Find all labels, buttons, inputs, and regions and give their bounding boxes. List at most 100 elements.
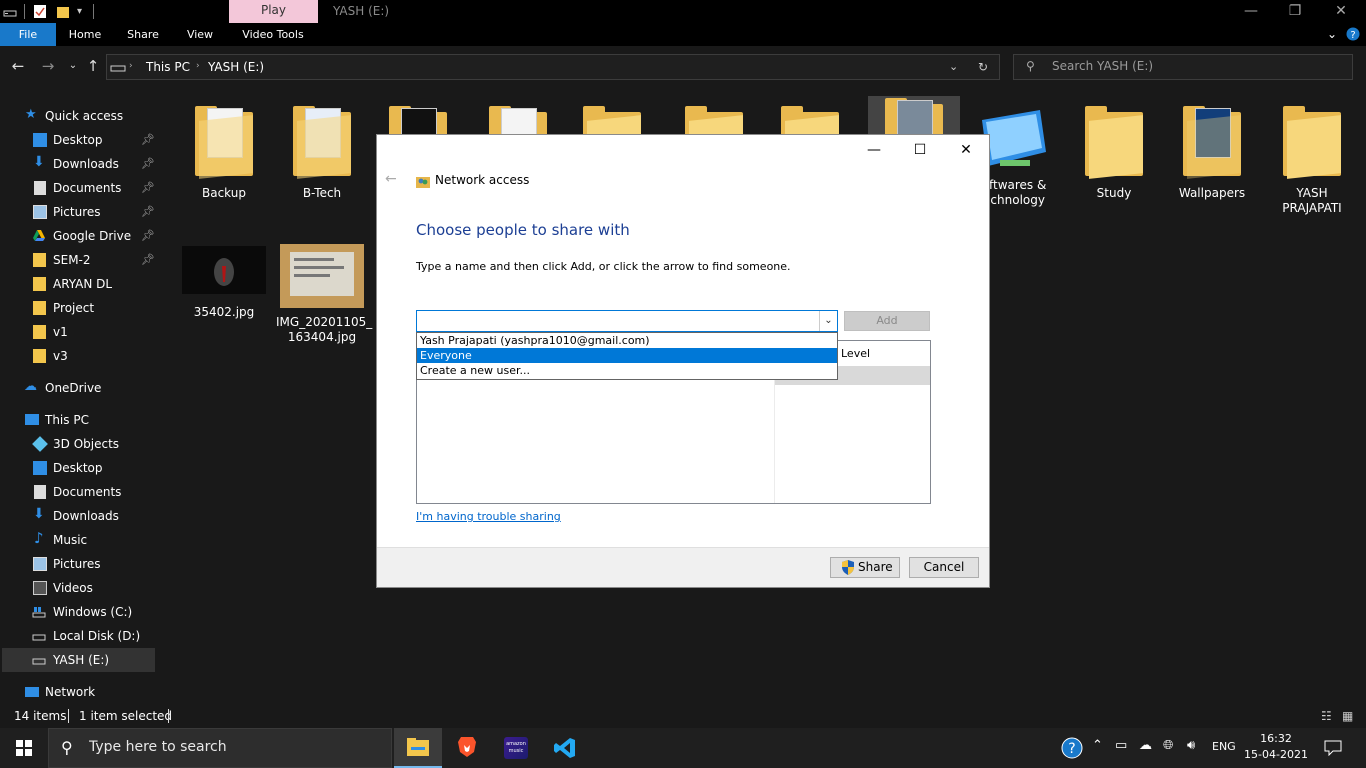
refresh-icon[interactable]: ↻: [978, 60, 988, 74]
clock[interactable]: 16:32 15-04-2021: [1240, 731, 1312, 763]
address-dropdown-icon[interactable]: ⌄: [949, 60, 958, 73]
windows-start-icon[interactable]: [16, 740, 32, 756]
folder-item[interactable]: YASH PRAJAPATI: [1266, 104, 1358, 216]
dropdown-option-everyone[interactable]: Everyone: [417, 348, 837, 363]
breadcrumb-yash-e[interactable]: YASH (E:): [208, 60, 264, 74]
pin-icon[interactable]: 📌︎: [141, 229, 155, 242]
cancel-button[interactable]: Cancel: [909, 557, 979, 578]
dialog-maximize-button[interactable]: ☐: [897, 139, 943, 161]
help-icon[interactable]: ?: [1061, 737, 1083, 763]
breadcrumb-this-pc[interactable]: This PC: [146, 60, 190, 74]
pin-icon[interactable]: 📌︎: [141, 253, 155, 266]
dialog-minimize-button[interactable]: —: [851, 139, 897, 161]
name-combobox[interactable]: ⌄: [416, 310, 838, 332]
sidebar-item-google-drive[interactable]: Google Drive 📌︎: [0, 224, 156, 248]
vscode-taskbar-button[interactable]: [541, 728, 589, 768]
file-item[interactable]: 35402.jpg: [178, 246, 270, 320]
permission-level-header[interactable]: Level: [841, 347, 870, 360]
sidebar-item-windows-c[interactable]: Windows (C:): [0, 600, 156, 624]
volume-icon[interactable]: 🔊︎: [1187, 738, 1195, 753]
network-globe-icon[interactable]: 🌐︎: [1163, 738, 1173, 753]
onedrive-cloud-icon[interactable]: ☁: [1139, 738, 1152, 753]
network-icon: [25, 687, 39, 697]
sidebar-item-documents[interactable]: Documents 📌︎: [0, 176, 156, 200]
properties-icon[interactable]: [33, 4, 47, 19]
sidebar-item-v1[interactable]: v1: [0, 320, 156, 344]
sidebar-item-pc-desktop[interactable]: Desktop: [0, 456, 156, 480]
folder-item[interactable]: Backup: [178, 104, 270, 201]
sidebar-item-local-disk-d[interactable]: Local Disk (D:): [0, 624, 156, 648]
recent-locations-icon[interactable]: ⌄: [63, 56, 83, 76]
sidebar-this-pc[interactable]: This PC: [0, 408, 156, 432]
minimize-button[interactable]: —: [1228, 0, 1274, 23]
back-arrow-icon[interactable]: ←: [385, 171, 397, 187]
sidebar-item-label: OneDrive: [45, 381, 102, 395]
tab-share[interactable]: Share: [120, 23, 166, 46]
sidebar-item-pc-pictures[interactable]: Pictures: [0, 552, 156, 576]
sidebar-item-project[interactable]: Project: [0, 296, 156, 320]
address-bar[interactable]: › This PC › YASH (E:) ⌄ ↻: [106, 54, 1000, 80]
language-indicator[interactable]: ENG: [1212, 740, 1236, 753]
taskbar-search[interactable]: ⚲: [48, 728, 392, 768]
sidebar-item-desktop[interactable]: Desktop 📌︎: [0, 128, 156, 152]
help-icon[interactable]: ?: [1344, 23, 1362, 46]
folder-item[interactable]: Wallpapers: [1166, 104, 1258, 201]
sidebar-network[interactable]: Network: [0, 680, 156, 704]
sidebar-item-pictures[interactable]: Pictures 📌︎: [0, 200, 156, 224]
pin-icon[interactable]: 📌︎: [141, 205, 155, 218]
tab-view[interactable]: View: [178, 23, 222, 46]
up-arrow-icon[interactable]: ↑: [83, 56, 103, 76]
trouble-sharing-link[interactable]: I'm having trouble sharing: [416, 510, 561, 523]
dropdown-option-yash-prajapati[interactable]: Yash Prajapati (yashpra1010@gmail.com): [417, 333, 837, 348]
sidebar-item-3d-objects[interactable]: 3D Objects: [0, 432, 156, 456]
show-hidden-icons-icon[interactable]: ⌃: [1092, 738, 1103, 753]
search-box[interactable]: ⚲: [1013, 54, 1353, 80]
close-button[interactable]: ✕: [1318, 0, 1364, 23]
chevron-down-icon[interactable]: ⌄: [819, 311, 837, 331]
new-folder-icon[interactable]: [56, 4, 70, 19]
sidebar-item-v3[interactable]: v3: [0, 344, 156, 368]
taskbar-search-input[interactable]: [89, 739, 379, 755]
add-button[interactable]: Add: [844, 311, 930, 331]
battery-icon[interactable]: ▭: [1115, 738, 1127, 753]
expand-ribbon-icon[interactable]: ⌄: [1322, 23, 1342, 46]
share-button[interactable]: Share: [830, 557, 900, 578]
restore-button[interactable]: ❐: [1272, 0, 1318, 23]
pin-icon[interactable]: 📌︎: [141, 181, 155, 194]
notifications-icon[interactable]: [1324, 740, 1342, 756]
sidebar-onedrive[interactable]: ☁ OneDrive: [0, 376, 156, 400]
drive-icon: [110, 65, 126, 72]
tab-home[interactable]: Home: [62, 23, 108, 46]
forward-arrow-icon[interactable]: →: [38, 56, 58, 76]
dialog-close-button[interactable]: ✕: [943, 139, 989, 161]
context-tab-play[interactable]: Play: [229, 0, 318, 23]
sidebar-item-pc-downloads[interactable]: ⬇ Downloads: [0, 504, 156, 528]
sidebar-item-videos[interactable]: Videos: [0, 576, 156, 600]
sidebar-item-downloads[interactable]: ⬇ Downloads 📌︎: [0, 152, 156, 176]
pin-icon[interactable]: 📌︎: [141, 157, 155, 170]
tab-file[interactable]: File: [0, 23, 56, 46]
sidebar-item-label: Quick access: [45, 109, 124, 123]
sidebar-item-pc-documents[interactable]: Documents: [0, 480, 156, 504]
back-arrow-icon[interactable]: ←: [8, 56, 28, 76]
file-explorer-taskbar-button[interactable]: [394, 728, 442, 768]
amazon-music-taskbar-button[interactable]: amazon music: [492, 728, 540, 768]
tab-video-tools[interactable]: Video Tools: [233, 23, 313, 46]
sidebar-item-yash-e[interactable]: YASH (E:): [2, 648, 155, 672]
folder-item[interactable]: Study: [1068, 104, 1160, 201]
brave-browser-taskbar-button[interactable]: [443, 728, 491, 768]
dropdown-option-create-new-user[interactable]: Create a new user...: [417, 363, 837, 378]
sidebar-quick-access[interactable]: ★ Quick access: [0, 104, 156, 128]
details-view-icon[interactable]: ☷: [1321, 709, 1332, 723]
file-item[interactable]: IMG_20201105_ 163404.jpg: [276, 244, 372, 345]
name-input[interactable]: [420, 313, 814, 329]
folder-item[interactable]: B-Tech: [276, 104, 368, 201]
large-icons-view-icon[interactable]: ▦: [1342, 709, 1353, 723]
customize-toolbar-icon[interactable]: ▾: [77, 4, 87, 19]
pin-icon[interactable]: 📌︎: [141, 133, 155, 146]
selected-folder-item[interactable]: [868, 96, 960, 168]
search-input[interactable]: [1052, 59, 1342, 73]
sidebar-item-aryan-dl[interactable]: ARYAN DL: [0, 272, 156, 296]
sidebar-item-sem-2[interactable]: SEM-2 📌︎: [0, 248, 156, 272]
sidebar-item-music[interactable]: ♪ Music: [0, 528, 156, 552]
